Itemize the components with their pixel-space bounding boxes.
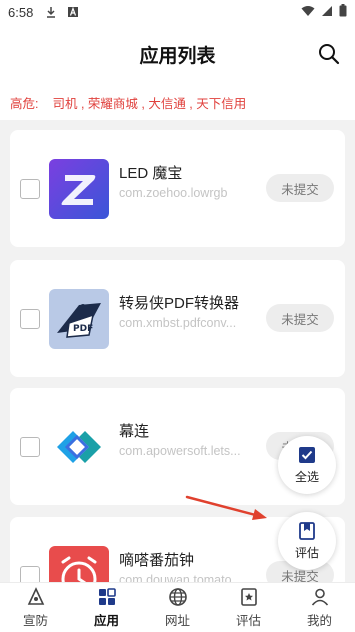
app-checkbox[interactable]	[20, 437, 40, 457]
evaluate-button[interactable]: 评估	[278, 512, 336, 570]
evaluate-label: 评估	[294, 546, 319, 560]
star-doc-icon	[238, 586, 260, 608]
mulian-app-icon	[49, 417, 109, 477]
app-name: 幕连	[119, 423, 150, 440]
high-risk-banner[interactable]: 高危: 司机 , 荣耀商城 , 大信通 , 天下信用	[0, 84, 355, 120]
app-package: com.xmbst.pdfconv...	[119, 316, 237, 330]
app-name: 嘀嗒番茄钟	[119, 552, 195, 569]
battery-icon	[339, 4, 347, 20]
download-icon	[45, 6, 57, 18]
notification-a-icon	[67, 6, 79, 18]
app-name: 转易侠PDF转换器	[119, 295, 240, 312]
select-all-label: 全选	[294, 470, 319, 484]
app-package: com.douwan.tomato...	[119, 573, 242, 582]
svg-text:PDF: PDF	[73, 324, 93, 334]
app-package: com.apowersoft.lets...	[119, 444, 241, 458]
app-checkbox[interactable]	[20, 179, 40, 199]
select-all-button[interactable]: 全选	[278, 436, 336, 494]
tab-profile[interactable]: 我的	[284, 583, 355, 632]
app-checkbox[interactable]	[20, 566, 40, 582]
tab-label: 宣防	[22, 614, 48, 628]
status-bar: 6:58	[0, 0, 355, 24]
tab-label: 应用	[93, 614, 119, 628]
app-card[interactable]: LED 魔宝 com.zoehoo.lowrgb 未提交	[10, 130, 345, 247]
search-icon[interactable]	[317, 42, 341, 66]
tab-label: 我的	[306, 614, 332, 628]
submit-status-badge[interactable]: 未提交	[266, 174, 334, 202]
person-icon	[309, 586, 331, 608]
app-name: LED 魔宝	[119, 165, 183, 182]
bottom-tab-bar: 宣防 应用 网址 评估 我的	[0, 582, 355, 632]
checkbox-checked-icon	[297, 445, 317, 465]
tab-evaluate[interactable]: 评估	[213, 583, 284, 632]
page-title: 应用列表	[139, 45, 216, 67]
apps-grid-icon	[96, 586, 118, 608]
pdf-converter-app-icon: PDF	[49, 289, 109, 349]
evaluate-icon	[297, 521, 317, 541]
high-risk-label: 高危:	[10, 96, 39, 111]
app-checkbox[interactable]	[20, 309, 40, 329]
annotation-arrow	[185, 495, 267, 520]
tab-label: 评估	[235, 614, 261, 628]
shield-announce-icon	[25, 586, 47, 608]
tab-urls[interactable]: 网址	[142, 583, 213, 632]
submit-status-badge[interactable]: 未提交	[266, 304, 334, 332]
globe-icon	[167, 586, 189, 608]
app-package: com.zoehoo.lowrgb	[119, 186, 228, 200]
wifi-icon	[301, 5, 315, 20]
high-risk-apps: 司机 , 荣耀商城 , 大信通 , 天下信用	[52, 96, 247, 111]
signal-icon	[321, 5, 333, 20]
app-card[interactable]: PDF 转易侠PDF转换器 com.xmbst.pdfconv... 未提交	[10, 260, 345, 377]
status-time: 6:58	[8, 4, 34, 20]
app-header: 应用列表	[0, 24, 355, 84]
tab-label: 网址	[164, 614, 190, 628]
led-mobao-app-icon	[49, 159, 109, 219]
tomato-clock-app-icon	[49, 546, 109, 582]
tab-apps[interactable]: 应用	[71, 583, 142, 632]
tab-announce[interactable]: 宣防	[0, 583, 71, 632]
